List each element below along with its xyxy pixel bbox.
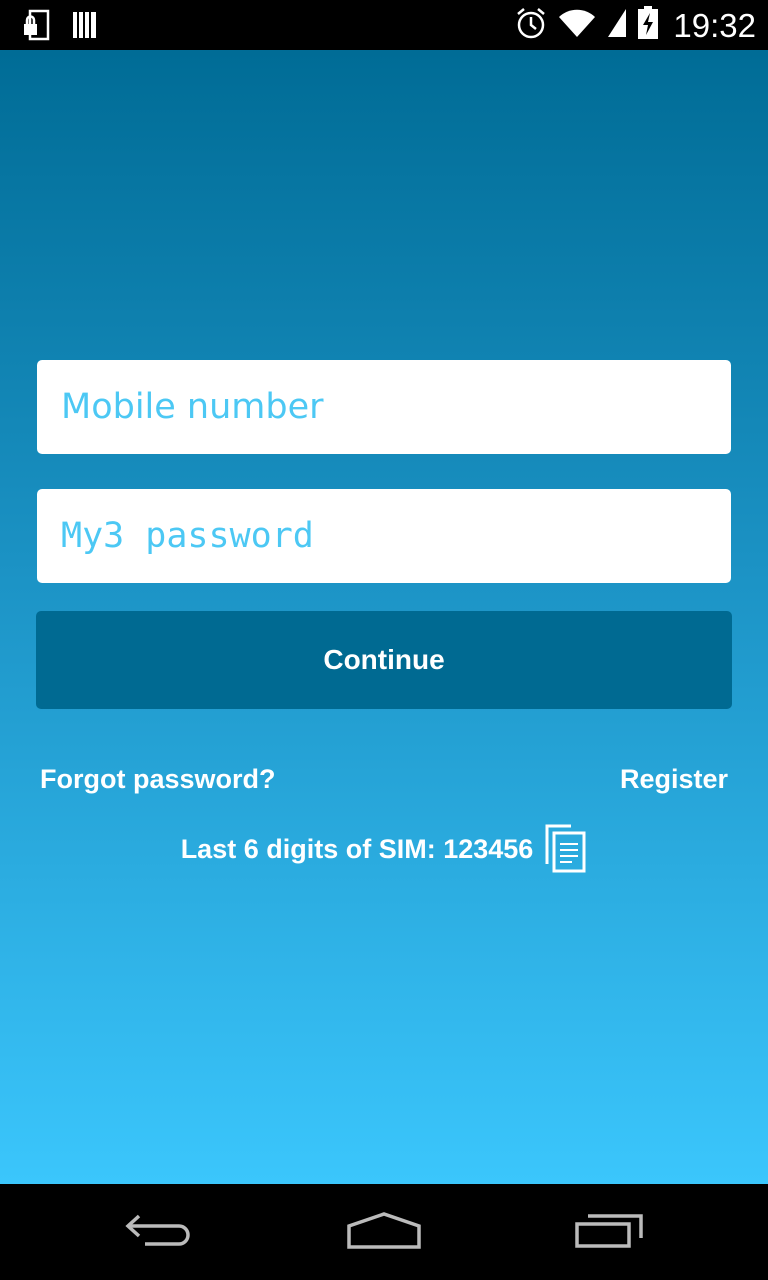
recent-apps-button[interactable] [530, 1184, 690, 1280]
back-button[interactable] [80, 1184, 240, 1280]
battery-charging-icon [637, 6, 659, 45]
alarm-icon [515, 6, 547, 45]
copy-icon[interactable] [545, 824, 587, 874]
continue-button[interactable]: Continue [36, 611, 732, 709]
sim-info: Last 6 digits of SIM: 123456 [0, 824, 768, 874]
barcode-icon [72, 10, 98, 45]
wifi-icon [557, 7, 597, 44]
sim-digits-text: Last 6 digits of SIM: 123456 [180, 833, 534, 864]
lock-screen-icon [22, 9, 50, 46]
back-icon [125, 1210, 195, 1255]
mobile-number-input[interactable] [37, 360, 731, 454]
screen: 19:32 Continue Forgot password? Register… [0, 0, 768, 1280]
home-icon [346, 1210, 422, 1255]
status-bar: 19:32 [0, 0, 768, 50]
navigation-bar [0, 1184, 768, 1280]
recent-apps-icon [574, 1210, 646, 1255]
forgot-password-link[interactable]: Forgot password? [40, 764, 276, 795]
register-link[interactable]: Register [620, 764, 728, 795]
signal-icon [607, 7, 627, 44]
password-input[interactable] [37, 489, 731, 583]
status-clock: 19:32 [673, 6, 756, 44]
login-area: Continue Forgot password? Register Last … [0, 50, 768, 1184]
home-button[interactable] [304, 1184, 464, 1280]
status-left [22, 9, 98, 46]
status-right: 19:32 [515, 6, 756, 45]
